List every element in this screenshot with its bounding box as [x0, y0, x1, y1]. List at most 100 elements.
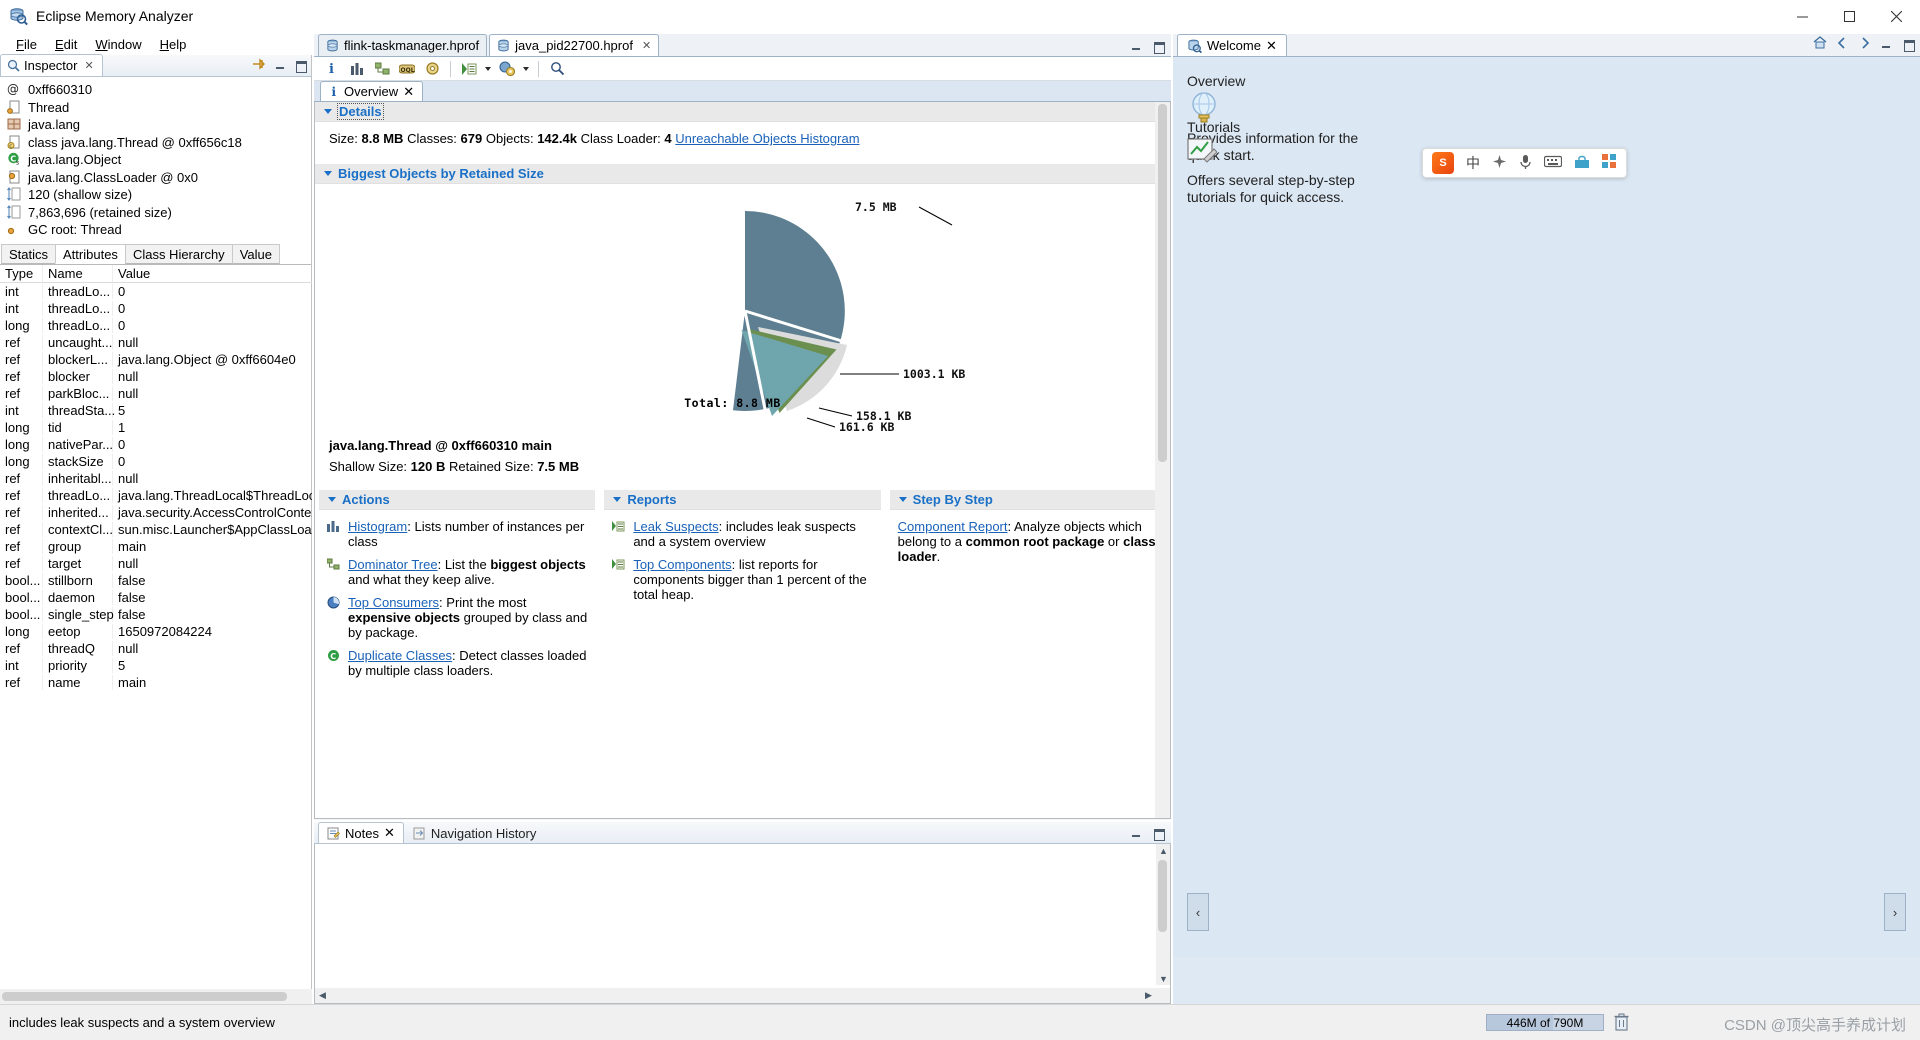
close-icon[interactable]: ✕ — [1266, 38, 1277, 54]
minimize-icon[interactable] — [1880, 38, 1893, 51]
table-row[interactable]: refcontextCl...sun.misc.Launcher$AppClas… — [0, 521, 312, 538]
list-item[interactable]: c class java.lang.Thread @ 0xff656c18 — [4, 134, 311, 152]
table-row[interactable]: refnamemain — [0, 674, 312, 691]
ime-chinese-mode[interactable]: 中 — [1466, 153, 1480, 173]
minimize-button[interactable] — [1779, 0, 1826, 33]
biggest-objects-section-header[interactable]: Biggest Objects by Retained Size — [315, 164, 1170, 184]
minimize-icon[interactable] — [274, 59, 287, 72]
maximize-icon[interactable] — [1902, 38, 1915, 51]
menu-window[interactable]: Window — [86, 35, 150, 54]
histogram-icon[interactable] — [348, 60, 366, 78]
chevron-down-icon[interactable] — [324, 171, 332, 176]
list-item[interactable]: java.lang.ClassLoader @ 0x0 — [4, 169, 311, 187]
menu-help[interactable]: Help — [151, 35, 196, 54]
scrollbar-thumb[interactable] — [2, 992, 287, 1001]
stepbystep-section-header[interactable]: Step By Step — [890, 490, 1166, 510]
table-row[interactable]: refthreadQnull — [0, 640, 312, 657]
minimize-icon[interactable] — [1130, 40, 1143, 53]
chevron-down-icon[interactable] — [899, 497, 907, 502]
step-component-report[interactable]: Component Report: Analyze objects which … — [898, 519, 1160, 564]
table-row[interactable]: intthreadLo...0 — [0, 283, 312, 300]
table-row[interactable]: longtid1 — [0, 419, 312, 436]
overview-vscrollbar[interactable] — [1155, 102, 1170, 819]
action-histogram[interactable]: Histogram: Lists number of instances per… — [327, 519, 589, 549]
sogou-logo-icon[interactable]: S — [1432, 152, 1454, 174]
editor-tab-flink[interactable]: flink-taskmanager.hprof — [318, 34, 487, 56]
table-row[interactable]: longthreadLo...0 — [0, 317, 312, 334]
top-consumers-link[interactable]: Top Consumers — [348, 595, 439, 610]
ime-sparkle-icon[interactable] — [1492, 154, 1507, 172]
column-header-name[interactable]: Name — [43, 265, 113, 282]
top-components-link[interactable]: Top Components — [633, 557, 731, 572]
back-icon[interactable] — [1836, 37, 1849, 52]
table-row[interactable]: refthreadLo...java.lang.ThreadLocal$Thre… — [0, 487, 312, 504]
run-dropdown-caret[interactable] — [485, 67, 491, 71]
table-row[interactable]: longeetop1650972084224 — [0, 623, 312, 640]
tab-welcome[interactable]: Welcome ✕ — [1177, 34, 1287, 56]
table-row[interactable]: intthreadLo...0 — [0, 300, 312, 317]
chevron-down-icon[interactable] — [328, 497, 336, 502]
table-row[interactable]: refblockerL...java.lang.Object @ 0xff660… — [0, 351, 312, 368]
inspector-hscrollbar[interactable] — [0, 989, 312, 1004]
tab-class-hierarchy[interactable]: Class Hierarchy — [125, 244, 233, 264]
list-item[interactable]: 7,863,696 (retained size) — [4, 204, 311, 222]
maximize-icon[interactable] — [294, 59, 307, 72]
list-item[interactable]: @ 0xff660310 — [4, 81, 311, 99]
maximize-button[interactable] — [1826, 0, 1873, 33]
chevron-down-icon[interactable] — [613, 497, 621, 502]
tab-notes[interactable]: Notes ✕ — [318, 822, 404, 843]
close-button[interactable] — [1873, 0, 1920, 33]
oql-icon[interactable]: OQL — [398, 60, 416, 78]
tab-attributes[interactable]: Attributes — [55, 244, 126, 264]
report-leak-suspects[interactable]: Leak Suspects: includes leak suspects an… — [612, 519, 874, 549]
close-icon[interactable]: ✕ — [403, 84, 414, 100]
scrollbar-thumb[interactable] — [1158, 104, 1167, 462]
welcome-prev-button[interactable]: ‹ — [1187, 893, 1209, 931]
scroll-up-icon[interactable]: ▲ — [1157, 844, 1170, 857]
editor-tab-java-pid[interactable]: java_pid22700.hprof ✕ — [489, 34, 659, 56]
details-section-header[interactable]: Details — [315, 102, 1170, 122]
chevron-down-icon[interactable] — [324, 109, 332, 114]
notes-hscrollbar[interactable]: ◀ ▶ — [315, 988, 1170, 1003]
tab-inspector[interactable]: Inspector ✕ — [0, 54, 103, 76]
welcome-next-button[interactable]: › — [1884, 893, 1906, 931]
table-row[interactable]: refgroupmain — [0, 538, 312, 555]
table-row[interactable]: bool...single_stepfalse — [0, 606, 312, 623]
menu-file[interactable]: File — [7, 35, 46, 54]
reports-section-header[interactable]: Reports — [604, 490, 880, 510]
report-top-components[interactable]: Top Components: list reports for compone… — [612, 557, 874, 602]
notes-text-area[interactable]: ▲ ▼ ◀ ▶ — [314, 844, 1171, 1004]
info-icon[interactable]: i — [323, 60, 341, 78]
reports-icon[interactable] — [498, 60, 516, 78]
calculate-icon[interactable] — [423, 60, 441, 78]
list-item[interactable]: Cs java.lang.Object — [4, 151, 311, 169]
column-header-type[interactable]: Type — [0, 265, 43, 282]
list-item[interactable]: 120 (shallow size) — [4, 186, 311, 204]
run-query-icon[interactable] — [460, 60, 478, 78]
table-row[interactable]: bool...daemonfalse — [0, 589, 312, 606]
list-item[interactable]: java.lang — [4, 116, 311, 134]
action-top-consumers[interactable]: Top Consumers: Print the most expensive … — [327, 595, 589, 640]
component-report-link[interactable]: Component Report — [898, 519, 1008, 534]
ime-microphone-icon[interactable] — [1519, 154, 1532, 173]
leak-suspects-link[interactable]: Leak Suspects — [633, 519, 718, 534]
table-row[interactable]: intpriority5 — [0, 657, 312, 674]
maximize-icon[interactable] — [1152, 827, 1165, 840]
table-row[interactable]: bool...stillbornfalse — [0, 572, 312, 589]
table-row[interactable]: refinheritabl...null — [0, 470, 312, 487]
notes-vscrollbar[interactable]: ▲ ▼ — [1156, 844, 1170, 985]
scroll-right-icon[interactable]: ▶ — [1142, 989, 1155, 1002]
duplicate-classes-link[interactable]: Duplicate Classes — [348, 648, 452, 663]
home-icon[interactable] — [1813, 36, 1827, 52]
close-icon[interactable]: ✕ — [384, 825, 395, 841]
tab-value[interactable]: Value — [232, 244, 280, 264]
close-icon[interactable]: ✕ — [84, 59, 93, 72]
trash-icon[interactable] — [1613, 1013, 1630, 1032]
menu-edit[interactable]: Edit — [46, 35, 86, 54]
maximize-icon[interactable] — [1152, 40, 1165, 53]
table-row[interactable]: reftargetnull — [0, 555, 312, 572]
tab-navigation-history[interactable]: Navigation History — [404, 822, 546, 843]
table-row[interactable]: longnativePar...0 — [0, 436, 312, 453]
action-dominator-tree[interactable]: Dominator Tree: List the biggest objects… — [327, 557, 589, 587]
action-duplicate-classes[interactable]: C Duplicate Classes: Detect classes load… — [327, 648, 589, 678]
